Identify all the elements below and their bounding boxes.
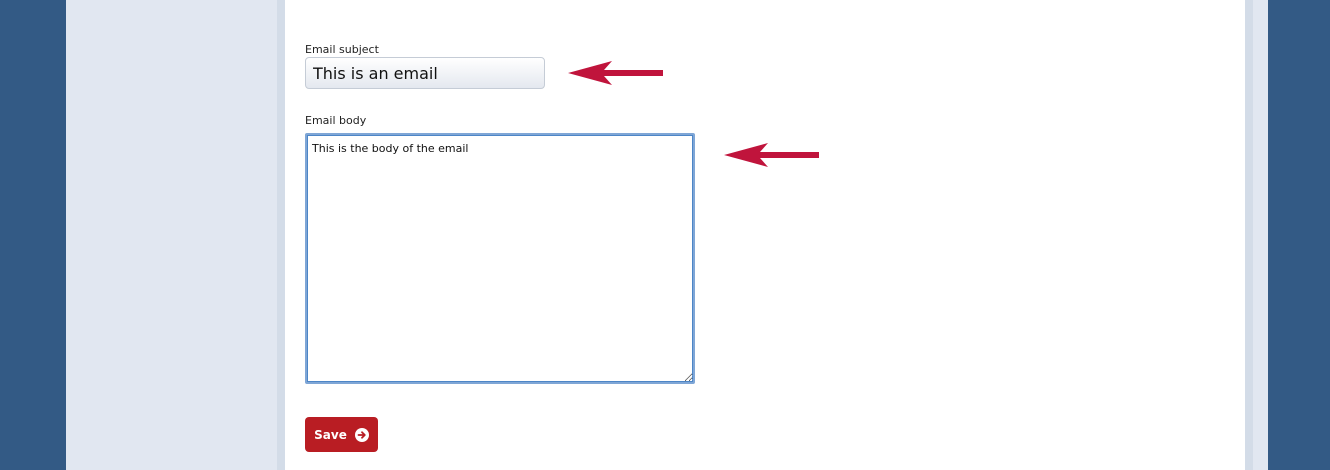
save-button[interactable]: Save bbox=[305, 417, 378, 452]
email-body-label: Email body bbox=[305, 114, 367, 127]
email-subject-input[interactable] bbox=[305, 57, 545, 89]
email-body-textarea[interactable]: This is the body of the email bbox=[305, 133, 695, 384]
email-subject-label: Email subject bbox=[305, 43, 379, 56]
arrow-right-circle-icon bbox=[354, 427, 369, 442]
left-arrow-icon bbox=[724, 143, 819, 167]
email-form-panel: Email subject Email body This is the bod… bbox=[285, 0, 1245, 470]
save-button-label: Save bbox=[314, 427, 347, 442]
left-arrow-icon bbox=[568, 61, 663, 85]
